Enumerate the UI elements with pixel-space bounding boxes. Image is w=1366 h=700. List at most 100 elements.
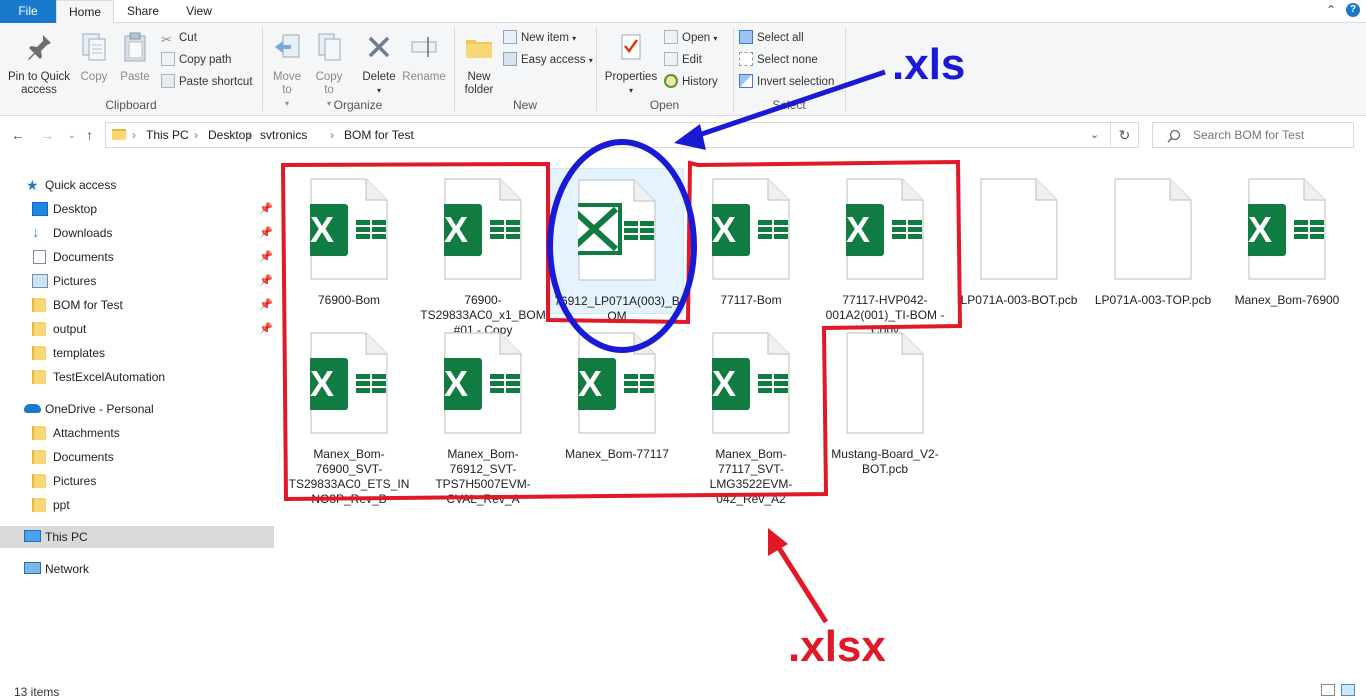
nav-item-ppt[interactable]: ppt bbox=[0, 494, 274, 516]
file-item[interactable]: X 77117-Bom bbox=[684, 168, 818, 314]
folder-icon bbox=[32, 498, 46, 512]
copy-path-button[interactable]: Copy path bbox=[161, 51, 231, 69]
edit-button[interactable]: Edit bbox=[664, 51, 702, 69]
file-name: Manex_Bom-76912_SVT-TPS7H5007EVM-CVAL_Re… bbox=[435, 447, 531, 506]
paste-shortcut-button[interactable]: Paste shortcut bbox=[161, 73, 253, 91]
address-dropdown-chevron-icon[interactable]: ⌄ bbox=[1090, 128, 1099, 141]
folder-icon bbox=[32, 370, 46, 384]
desktop-icon bbox=[32, 202, 48, 216]
open-button[interactable]: Open ▾ bbox=[664, 29, 717, 47]
recent-locations-chevron-icon[interactable]: ⌄ bbox=[68, 130, 76, 141]
back-arrow-icon[interactable]: ← bbox=[11, 127, 25, 143]
file-list: X 76900-Bom X 76900-TS29833AC0_x1_BOM#01 - … bbox=[280, 160, 1366, 680]
nav-item-templates[interactable]: templates bbox=[0, 342, 274, 364]
nav-item-attachments[interactable]: Attachments bbox=[0, 422, 274, 444]
refresh-button[interactable]: ↻ bbox=[1111, 122, 1139, 148]
pin-icon[interactable]: 📌 bbox=[259, 246, 273, 268]
svg-text:X: X bbox=[310, 363, 334, 404]
ribbon-tab-bar: File Home Share View ⌃ ? bbox=[0, 0, 1366, 24]
paste-shortcut-icon bbox=[161, 74, 175, 88]
select-all-button[interactable]: Select all bbox=[739, 29, 804, 47]
up-arrow-icon[interactable]: ↑ bbox=[86, 127, 93, 143]
select-none-icon bbox=[739, 52, 753, 66]
nav-item-bom-for-test[interactable]: BOM for Test 📌 bbox=[0, 294, 274, 316]
nav-item-documents[interactable]: Documents 📌 bbox=[0, 246, 274, 268]
star-icon: ★ bbox=[26, 177, 39, 193]
file-item[interactable]: X Manex_Bom-76900 bbox=[1220, 168, 1354, 314]
edit-icon bbox=[664, 52, 678, 66]
cut-button[interactable]: ✂ Cut bbox=[161, 29, 197, 47]
pin-icon[interactable]: 📌 bbox=[259, 318, 273, 340]
pin-icon[interactable]: 📌 bbox=[259, 294, 273, 316]
paste-button[interactable]: Paste bbox=[116, 31, 154, 84]
file-item[interactable]: 76912_LP071A(003)_BOM bbox=[550, 168, 684, 323]
pin-icon[interactable]: 📌 bbox=[259, 222, 273, 244]
nav-item-pictures[interactable]: Pictures 📌 bbox=[0, 270, 274, 292]
breadcrumb-svtronics[interactable]: svtronics bbox=[260, 128, 307, 142]
tab-file[interactable]: File bbox=[0, 0, 56, 23]
search-input[interactable]: Search BOM for Test bbox=[1152, 122, 1354, 148]
file-item[interactable]: X 76900-TS29833AC0_x1_BOM#01 - Copy bbox=[416, 168, 550, 337]
nav-quick-access[interactable]: ★ Quick access bbox=[0, 174, 274, 196]
new-folder-button[interactable]: New folder bbox=[458, 31, 500, 97]
file-item[interactable]: X Manex_Bom-77117 bbox=[550, 322, 684, 472]
file-item[interactable]: Mustang-Board_V2-BOT.pcb bbox=[818, 322, 952, 476]
file-item[interactable]: X 76900-Bom bbox=[282, 168, 416, 314]
pin-icon[interactable]: 📌 bbox=[259, 198, 273, 220]
properties-icon bbox=[621, 34, 641, 60]
collapse-ribbon-icon[interactable]: ⌃ bbox=[1326, 3, 1336, 17]
excel-file-icon: X bbox=[296, 178, 388, 280]
details-view-icon[interactable] bbox=[1321, 684, 1335, 696]
tab-share[interactable]: Share bbox=[114, 0, 172, 23]
large-icons-view-icon[interactable] bbox=[1341, 684, 1355, 696]
pin-icon[interactable]: 📌 bbox=[259, 270, 273, 292]
download-arrow-icon: ↓ bbox=[32, 224, 40, 241]
file-item[interactable]: X Manex_Bom-76912_SVT-TPS7H5007EVM-CVAL_R… bbox=[416, 322, 550, 506]
invert-selection-button[interactable]: Invert selection bbox=[739, 73, 834, 91]
tab-home[interactable]: Home bbox=[56, 0, 114, 24]
nav-this-pc[interactable]: This PC bbox=[0, 526, 274, 548]
forward-arrow-icon[interactable]: → bbox=[40, 127, 54, 143]
nav-onedrive[interactable]: OneDrive - Personal bbox=[0, 398, 274, 420]
properties-button[interactable]: Properties ▾ bbox=[602, 31, 660, 97]
new-item-icon bbox=[503, 30, 517, 44]
file-item[interactable]: X Manex_Bom-76900_SVT-TS29833AC0_ETS_INNO… bbox=[282, 322, 416, 506]
file-item[interactable]: LP071A-003-BOT.pcb bbox=[952, 168, 1086, 314]
search-icon bbox=[1167, 129, 1181, 143]
file-item[interactable]: X Manex_Bom-77117_SVT-LMG3522EVM-042_Rev_… bbox=[684, 322, 818, 506]
help-icon[interactable]: ? bbox=[1346, 3, 1360, 17]
breadcrumb-current[interactable]: BOM for Test bbox=[344, 128, 414, 142]
nav-item-desktop[interactable]: Desktop 📌 bbox=[0, 198, 274, 220]
cloud-icon bbox=[24, 404, 41, 413]
rename-button[interactable]: Rename bbox=[401, 31, 447, 84]
xls-annotation-label: .xls bbox=[892, 40, 966, 89]
breadcrumb-this-pc[interactable]: This PC bbox=[146, 128, 189, 142]
excel-file-icon: X bbox=[430, 178, 522, 280]
history-button[interactable]: History bbox=[664, 73, 718, 91]
select-none-button[interactable]: Select none bbox=[739, 51, 818, 69]
copy-icon bbox=[82, 33, 106, 61]
nav-item-od-documents[interactable]: Documents bbox=[0, 446, 274, 468]
new-item-button[interactable]: New item ▾ bbox=[503, 29, 576, 47]
copy-button[interactable]: Copy bbox=[76, 31, 112, 84]
svg-text:X: X bbox=[846, 209, 870, 250]
file-item[interactable]: X 77117-HVP042-001A2(001)_TI-BOM - Copy bbox=[818, 168, 952, 337]
file-item[interactable]: LP071A-003-TOP.pcb bbox=[1086, 168, 1220, 314]
nav-item-od-pictures[interactable]: Pictures bbox=[0, 470, 274, 492]
easy-access-button[interactable]: Easy access ▾ bbox=[503, 51, 593, 69]
nav-item-output[interactable]: output 📌 bbox=[0, 318, 274, 340]
clipboard-group-label: Clipboard bbox=[105, 98, 157, 112]
nav-network[interactable]: Network bbox=[0, 558, 274, 580]
pin-quick-access-button[interactable]: Pin to Quick access bbox=[4, 31, 74, 97]
status-bar: 13 items bbox=[0, 682, 1366, 700]
nav-item-testexcelautomation[interactable]: TestExcelAutomation bbox=[0, 366, 274, 388]
pcb-file-icon bbox=[1114, 178, 1192, 280]
file-name: Manex_Bom-76900_SVT-TS29833AC0_ETS_INNO3… bbox=[288, 447, 410, 506]
delete-button[interactable]: Delete ▾ bbox=[358, 31, 400, 97]
breadcrumb-separator-icon: › bbox=[247, 128, 251, 142]
nav-item-downloads[interactable]: ↓ Downloads 📌 bbox=[0, 222, 274, 244]
tab-view[interactable]: View bbox=[172, 0, 226, 23]
breadcrumb-desktop[interactable]: Desktop bbox=[208, 128, 252, 142]
address-bar[interactable]: › This PC › Desktop › svtronics › BOM fo… bbox=[105, 122, 1111, 148]
file-name: Manex_Bom-77117_SVT-LMG3522EVM-042_Rev_A… bbox=[709, 447, 793, 506]
